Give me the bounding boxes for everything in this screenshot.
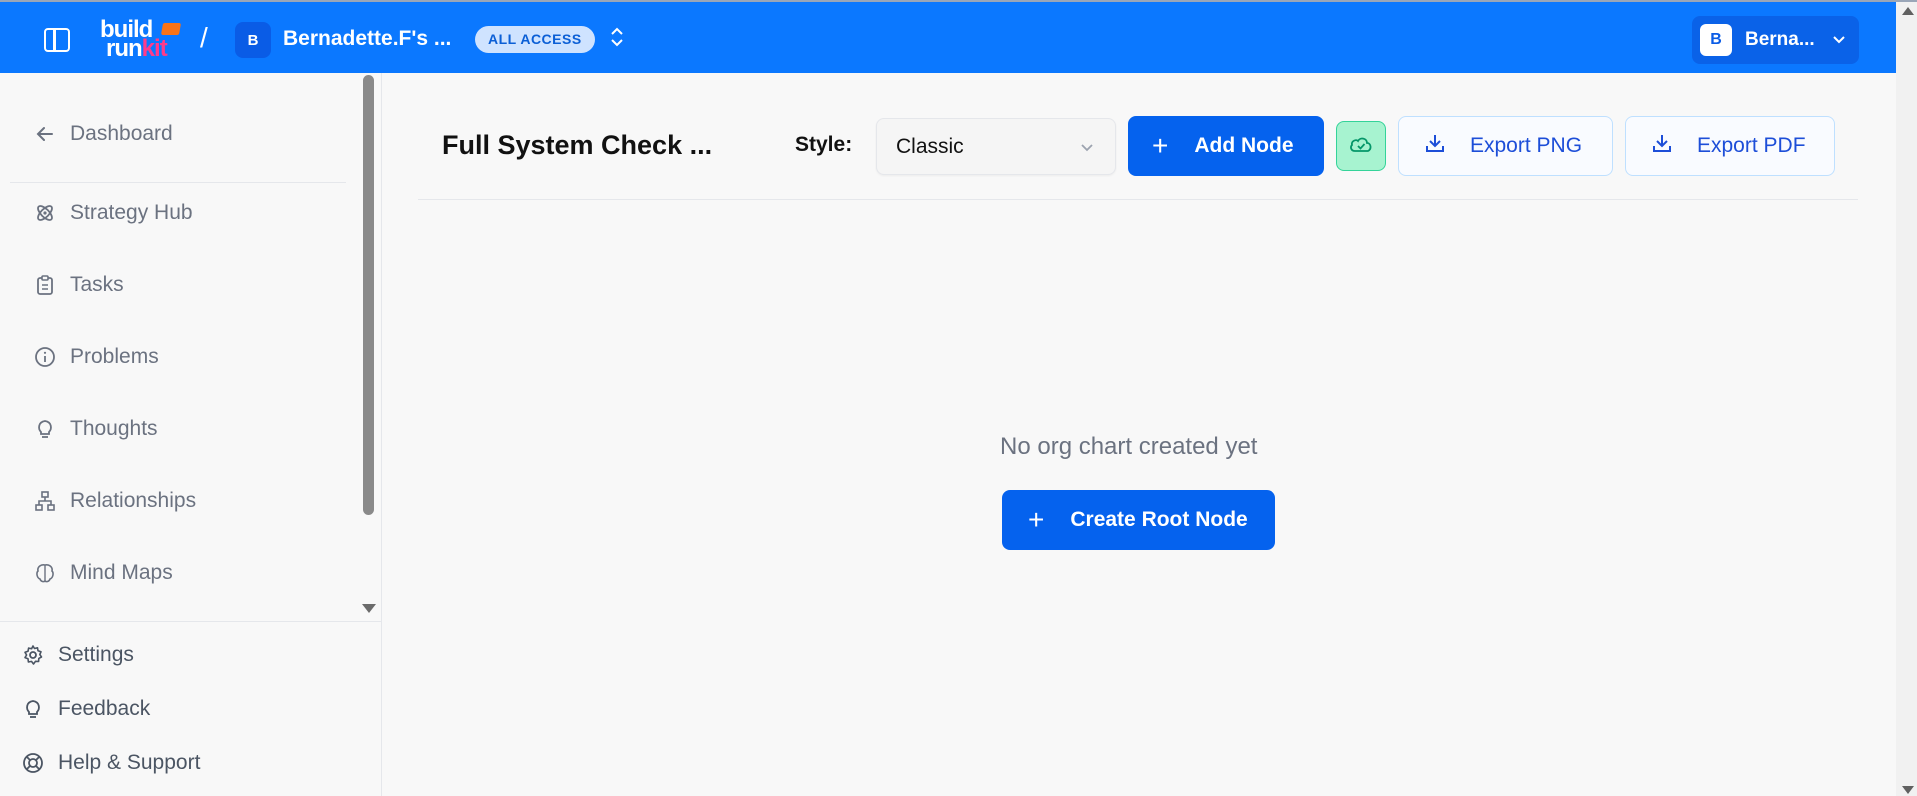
- toolbar-divider: [418, 199, 1858, 200]
- page-scrollbar[interactable]: [1896, 2, 1917, 796]
- plus-icon: +: [1028, 504, 1045, 535]
- sidebar-item-help-support[interactable]: Help & Support: [22, 751, 200, 775]
- cloud-check-icon: [1348, 134, 1374, 159]
- sidebar-item-label: Tasks: [70, 273, 124, 296]
- download-icon: [1651, 132, 1673, 160]
- sidebar-scrollbar-thumb[interactable]: [363, 75, 374, 515]
- create-root-node-label: Create Root Node: [1070, 508, 1248, 531]
- scroll-up-arrow-icon[interactable]: [1902, 7, 1914, 15]
- style-select-value: Classic: [896, 135, 964, 158]
- lifebuoy-icon: [22, 752, 44, 774]
- sidebar-scroll-down-icon[interactable]: [362, 604, 376, 613]
- sidebar-bottom-divider: [0, 621, 381, 622]
- user-avatar: B: [1700, 24, 1732, 56]
- download-icon: [1424, 132, 1446, 160]
- cloud-sync-button[interactable]: [1336, 121, 1386, 171]
- sidebar-item-label: Thoughts: [70, 417, 158, 440]
- empty-state-message: No org chart created yet: [1000, 433, 1258, 460]
- workspace-switcher-icon[interactable]: [610, 26, 624, 49]
- access-badge: ALL ACCESS: [475, 26, 595, 53]
- atom-icon: [34, 202, 56, 224]
- sidebar-toggle-icon[interactable]: [44, 28, 70, 52]
- export-png-label: Export PNG: [1470, 134, 1583, 157]
- export-pdf-button[interactable]: Export PDF: [1625, 116, 1835, 176]
- user-menu-button[interactable]: B Berna...: [1692, 16, 1859, 64]
- style-select[interactable]: Classic: [876, 118, 1116, 175]
- logo-text-run: runkit: [106, 35, 168, 62]
- chevron-down-icon: [1079, 137, 1095, 162]
- sidebar-item-label: Problems: [70, 345, 159, 368]
- user-name: Berna...: [1745, 29, 1815, 50]
- sidebar-item-label: Dashboard: [70, 122, 173, 145]
- sidebar-item-relationships[interactable]: Relationships: [34, 489, 196, 513]
- style-label: Style:: [795, 133, 853, 156]
- sidebar-item-feedback[interactable]: Feedback: [22, 697, 150, 721]
- add-node-label: Add Node: [1194, 134, 1294, 157]
- export-pdf-label: Export PDF: [1697, 134, 1806, 157]
- logo-box-icon: [160, 23, 182, 35]
- workspace-avatar[interactable]: B: [235, 22, 271, 58]
- sidebar-item-label: Mind Maps: [70, 561, 173, 584]
- workspace-name[interactable]: Bernadette.F's ...: [283, 27, 451, 51]
- sidebar-item-thoughts[interactable]: Thoughts: [34, 417, 158, 441]
- sidebar-item-settings[interactable]: Settings: [22, 643, 134, 667]
- clipboard-icon: [34, 274, 56, 296]
- app-logo[interactable]: build runkit: [100, 18, 190, 62]
- sidebar-item-mind-maps[interactable]: Mind Maps: [34, 561, 173, 585]
- breadcrumb-separator: /: [200, 22, 208, 53]
- sidebar: Dashboard Strategy Hub Tasks Problems Th…: [0, 73, 382, 796]
- gear-icon: [22, 644, 44, 666]
- lightbulb-icon: [22, 698, 44, 720]
- create-root-node-button[interactable]: + Create Root Node: [1002, 490, 1275, 550]
- sidebar-item-dashboard[interactable]: Dashboard: [34, 122, 173, 146]
- export-png-button[interactable]: Export PNG: [1398, 116, 1613, 176]
- arrow-left-icon: [34, 123, 56, 145]
- plus-icon: +: [1152, 130, 1169, 161]
- add-node-button[interactable]: + Add Node: [1128, 116, 1324, 176]
- sidebar-item-tasks[interactable]: Tasks: [34, 273, 124, 297]
- sidebar-item-label: Help & Support: [58, 751, 201, 774]
- network-icon: [34, 490, 56, 512]
- info-circle-icon: [34, 346, 56, 368]
- sidebar-item-problems[interactable]: Problems: [34, 345, 159, 369]
- chevron-down-icon: [1832, 30, 1846, 55]
- sidebar-divider: [10, 182, 346, 183]
- sidebar-item-label: Feedback: [58, 697, 151, 720]
- sidebar-item-label: Strategy Hub: [70, 201, 193, 224]
- top-navbar: build runkit / B Bernadette.F's ... ALL …: [0, 2, 1896, 73]
- lightbulb-icon: [34, 418, 56, 440]
- sidebar-item-label: Settings: [58, 643, 134, 666]
- scroll-down-arrow-icon[interactable]: [1902, 786, 1914, 794]
- sidebar-item-strategy-hub[interactable]: Strategy Hub: [34, 201, 193, 225]
- sidebar-item-label: Relationships: [70, 489, 197, 512]
- brain-icon: [34, 562, 56, 584]
- page-title: Full System Check ...: [442, 130, 713, 160]
